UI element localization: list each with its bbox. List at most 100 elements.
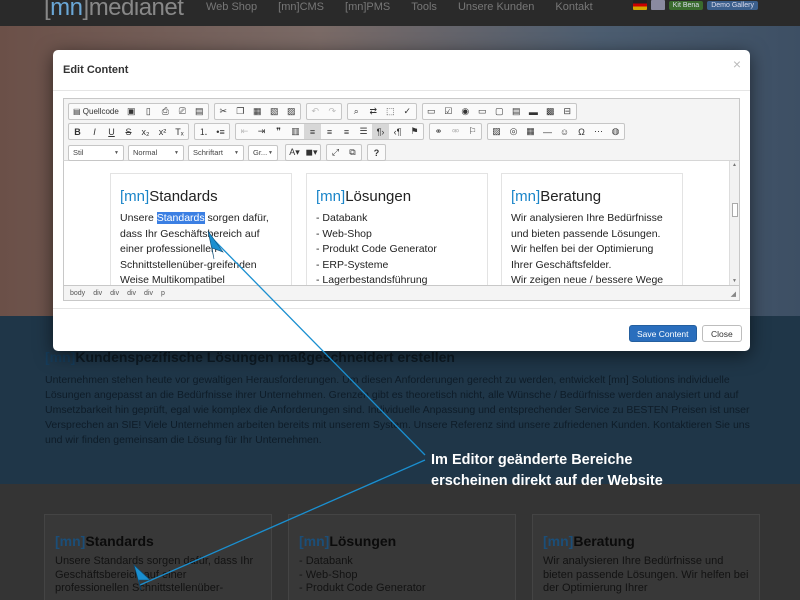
link-icon[interactable]: ⚭: [430, 124, 447, 139]
italic-icon[interactable]: I: [86, 124, 103, 139]
horizontal-line-icon[interactable]: ―: [539, 124, 556, 139]
site-card-beratung: [mn]Beratung Wir analysieren Ihre Bedürf…: [532, 514, 760, 600]
image-icon[interactable]: ▨: [488, 124, 505, 139]
path-item[interactable]: div: [127, 290, 136, 297]
strikethrough-icon[interactable]: S: [120, 124, 137, 139]
editor-scrollbar[interactable]: ▲ ▼: [729, 161, 739, 285]
editor-card-standards[interactable]: [mn]Standards Unsere Standards sorgen da…: [110, 173, 292, 285]
paste-text-icon[interactable]: ▧: [266, 104, 283, 119]
nav-kontakt[interactable]: Kontakt: [555, 1, 592, 13]
scroll-down-icon[interactable]: ▼: [732, 278, 737, 284]
list-item: - Lagerbestandsführung: [316, 274, 428, 285]
flash-icon[interactable]: ◎: [505, 124, 522, 139]
unlink-icon[interactable]: ⚮: [447, 124, 464, 139]
align-center-icon[interactable]: ≡: [321, 124, 338, 139]
help-icon[interactable]: ?: [368, 145, 385, 160]
scroll-thumb[interactable]: [732, 203, 738, 217]
subscript-icon[interactable]: x₂: [137, 124, 154, 139]
page-break-icon[interactable]: ⋯: [590, 124, 607, 139]
format-dropdown[interactable]: Normal ▼: [128, 144, 184, 161]
blockquote-icon[interactable]: ❞: [270, 124, 287, 139]
hidden-field-icon[interactable]: ⊟: [559, 104, 576, 119]
iframe-icon[interactable]: ◍: [607, 124, 624, 139]
superscript-icon[interactable]: x²: [154, 124, 171, 139]
nav-tools[interactable]: Tools: [411, 1, 437, 13]
header-button-green[interactable]: Kit Bena: [668, 0, 704, 10]
nav-unsere-kunden[interactable]: Unsere Kunden: [458, 1, 534, 13]
radio-icon[interactable]: ◉: [457, 104, 474, 119]
preview-icon[interactable]: ⎙: [157, 104, 174, 119]
text-direction-rtl-icon[interactable]: ‹¶: [389, 124, 406, 139]
replace-icon[interactable]: ⇄: [365, 104, 382, 119]
paste-word-icon[interactable]: ▨: [283, 104, 300, 119]
modal-close-icon[interactable]: ×: [733, 56, 741, 72]
path-item[interactable]: div: [93, 290, 102, 297]
selected-text[interactable]: Standards: [156, 212, 205, 224]
language-icon[interactable]: ⚑: [406, 124, 423, 139]
div-container-icon[interactable]: ▥: [287, 124, 304, 139]
show-blocks-icon[interactable]: ⧉: [344, 145, 361, 160]
checkbox-icon[interactable]: ☑: [440, 104, 457, 119]
text-direction-ltr-icon[interactable]: ¶›: [372, 124, 389, 139]
underline-icon[interactable]: U: [103, 124, 120, 139]
save-icon[interactable]: ▣: [123, 104, 140, 119]
chevron-down-icon: ▼: [174, 149, 179, 156]
bold-icon[interactable]: B: [69, 124, 86, 139]
text-color-icon[interactable]: A▾: [286, 145, 303, 160]
nav-cms[interactable]: [mn]CMS: [278, 1, 324, 13]
font-dropdown[interactable]: Schriftart ▼: [188, 144, 244, 161]
textfield-icon[interactable]: ▭: [474, 104, 491, 119]
close-button[interactable]: Close: [702, 325, 742, 342]
cut-icon[interactable]: ✂: [215, 104, 232, 119]
style-dropdown[interactable]: Stil ▼: [68, 144, 124, 161]
scroll-up-icon[interactable]: ▲: [732, 162, 737, 168]
select-field-icon[interactable]: ▤: [508, 104, 525, 119]
remove-format-icon[interactable]: Tₓ: [171, 124, 188, 139]
align-left-icon[interactable]: ≡: [304, 124, 321, 139]
source-button[interactable]: ▤ Quellcode: [69, 104, 123, 119]
save-content-button[interactable]: Save Content: [629, 325, 697, 342]
bullet-list-icon[interactable]: •≡: [212, 124, 229, 139]
nav-web-shop[interactable]: Web Shop: [206, 1, 257, 13]
list-item: - Databank: [316, 212, 368, 224]
outdent-icon[interactable]: ⇤: [236, 124, 253, 139]
image-button-icon[interactable]: ▩: [542, 104, 559, 119]
path-item[interactable]: body: [70, 290, 85, 297]
new-page-icon[interactable]: ▯: [140, 104, 157, 119]
special-char-icon[interactable]: Ω: [573, 124, 590, 139]
undo-icon[interactable]: ↶: [307, 104, 324, 119]
smiley-icon[interactable]: ☺: [556, 124, 573, 139]
english-flag-icon[interactable]: [650, 0, 665, 10]
header-button-blue[interactable]: Demo Gallery: [707, 0, 758, 10]
redo-icon[interactable]: ↷: [324, 104, 341, 119]
button-field-icon[interactable]: ▬: [525, 104, 542, 119]
resize-handle-icon[interactable]: ◢: [731, 290, 736, 298]
copy-icon[interactable]: ❐: [232, 104, 249, 119]
align-justify-icon[interactable]: ☰: [355, 124, 372, 139]
maximize-icon[interactable]: ⤢: [327, 145, 344, 160]
templates-icon[interactable]: ▤: [191, 104, 208, 119]
paste-icon[interactable]: ▦: [249, 104, 266, 119]
find-icon[interactable]: ⌕: [348, 104, 365, 119]
editor-content-area[interactable]: [mn]Standards Unsere Standards sorgen da…: [63, 161, 740, 285]
textarea-icon[interactable]: ▢: [491, 104, 508, 119]
spellcheck-icon[interactable]: ✓: [399, 104, 416, 119]
form-icon[interactable]: ▭: [423, 104, 440, 119]
editor-card-loesungen[interactable]: [mn]Lösungen - Databank - Web-Shop - Pro…: [306, 173, 488, 285]
select-all-icon[interactable]: ⬚: [382, 104, 399, 119]
editor-card-beratung[interactable]: [mn]Beratung Wir analysieren Ihre Bedürf…: [501, 173, 683, 285]
path-item[interactable]: div: [144, 290, 153, 297]
background-color-icon[interactable]: ◼▾: [303, 145, 320, 160]
indent-icon[interactable]: ⇥: [253, 124, 270, 139]
nav-pms[interactable]: [mn]PMS: [345, 1, 390, 13]
anchor-icon[interactable]: ⚐: [464, 124, 481, 139]
print-icon[interactable]: ⎚: [174, 104, 191, 119]
align-right-icon[interactable]: ≡: [338, 124, 355, 139]
path-item[interactable]: p: [161, 290, 165, 297]
font-size-dropdown[interactable]: Gr... ▼: [248, 144, 278, 161]
table-icon[interactable]: ▦: [522, 124, 539, 139]
path-item[interactable]: div: [110, 290, 119, 297]
german-flag-icon[interactable]: [632, 0, 647, 10]
numbered-list-icon[interactable]: ⒈: [195, 124, 212, 139]
site-logo[interactable]: [mn]medianet: [44, 0, 184, 22]
